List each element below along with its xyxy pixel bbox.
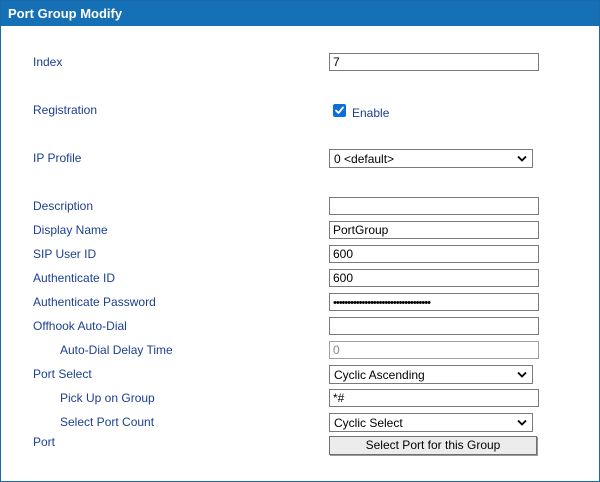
select-port-for-group-button[interactable]: Select Port for this Group [329, 436, 537, 455]
select-port-count-selected-value: Cyclic Select [334, 416, 403, 430]
auto-dial-delay-time-label: Auto-Dial Delay Time [60, 343, 173, 357]
sip-user-id-input[interactable]: 600 [329, 245, 539, 263]
offhook-auto-dial-label: Offhook Auto-Dial [33, 319, 127, 333]
display-name-input[interactable]: PortGroup [329, 221, 539, 239]
authenticate-password-label: Authenticate Password [33, 295, 156, 309]
sip-user-id-label: SIP User ID [33, 247, 97, 261]
chevron-down-icon [517, 155, 527, 162]
chevron-down-icon [517, 371, 527, 378]
registration-enable-checkbox[interactable] [333, 104, 346, 117]
check-icon [335, 106, 344, 114]
port-select-label: Port Select [33, 367, 92, 381]
pick-up-on-group-label: Pick Up on Group [60, 391, 155, 405]
authenticate-id-label: Authenticate ID [33, 271, 116, 285]
index-label: Index [33, 55, 63, 69]
ip-profile-label: IP Profile [33, 151, 82, 165]
select-port-count-select[interactable]: Cyclic Select [329, 413, 533, 432]
pick-up-on-group-input[interactable]: *# [329, 389, 539, 407]
offhook-auto-dial-input[interactable] [329, 317, 539, 335]
port-group-modify-panel: Port Group Modify Index 7 Registration E… [0, 0, 600, 482]
ip-profile-selected-value: 0 <default> [334, 152, 395, 166]
index-input[interactable]: 7 [329, 53, 539, 71]
chevron-down-icon [517, 419, 527, 426]
registration-label: Registration [33, 103, 98, 117]
registration-enable-label: Enable [352, 106, 390, 120]
ip-profile-select[interactable]: 0 <default> [329, 149, 533, 168]
port-label: Port [33, 435, 56, 449]
auto-dial-delay-time-input[interactable]: 0 [329, 341, 539, 359]
panel-title: Port Group Modify [1, 1, 599, 26]
description-label: Description [33, 199, 94, 213]
authenticate-password-input[interactable]: •••••••••••••••••••••••••••••••••• [329, 293, 539, 311]
display-name-label: Display Name [33, 223, 108, 237]
description-input[interactable] [329, 197, 539, 215]
authenticate-id-input[interactable]: 600 [329, 269, 539, 287]
port-select-select[interactable]: Cyclic Ascending [329, 365, 533, 384]
port-select-selected-value: Cyclic Ascending [334, 368, 425, 382]
select-port-count-label: Select Port Count [60, 415, 155, 429]
